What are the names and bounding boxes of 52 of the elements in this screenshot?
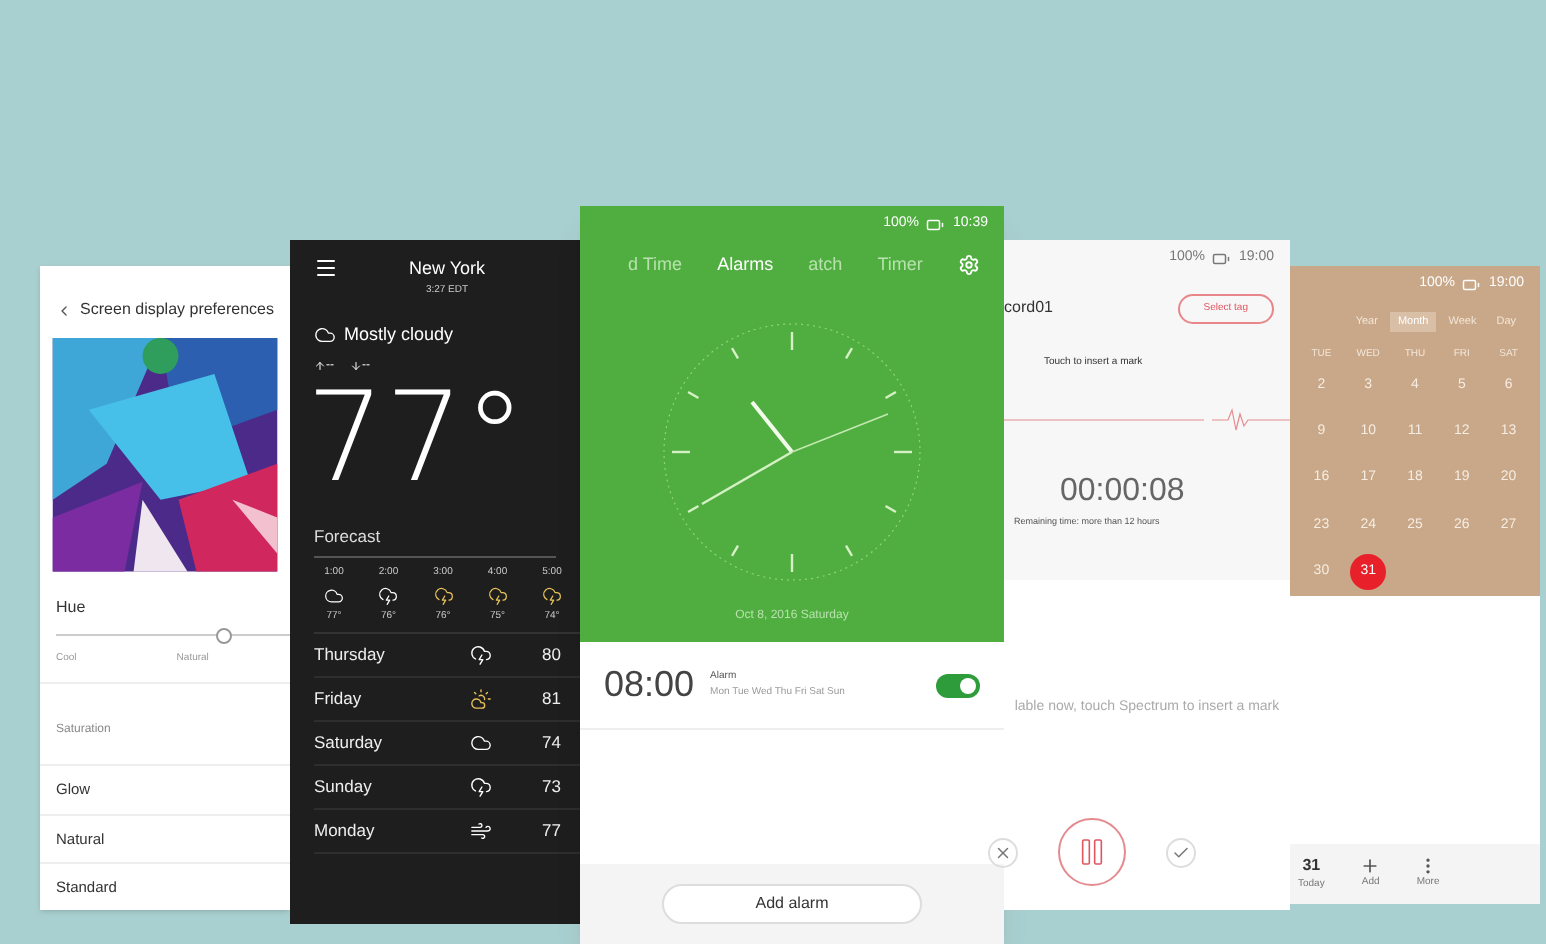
back-icon[interactable] [56, 301, 73, 319]
forecast-label: Forecast [314, 523, 556, 559]
city-name: New York [408, 256, 486, 282]
add-alarm-button[interactable]: Add alarm [662, 884, 922, 924]
cloud-icon [314, 324, 336, 347]
storm-cloud-icon [470, 776, 492, 799]
elapsed-time: 00:00:08 [1060, 471, 1187, 511]
screen-title: Screen display preferences [80, 298, 274, 322]
alarm-toggle[interactable] [936, 673, 980, 697]
day-name: Saturday [314, 730, 385, 757]
tab[interactable]: Alarms [717, 251, 774, 278]
storm-cloud-icon [378, 585, 399, 606]
current-temperature: 77° [306, 375, 528, 499]
settings-icon[interactable] [957, 253, 980, 276]
add-icon[interactable] [1360, 856, 1381, 877]
hue-label: Hue [56, 595, 88, 620]
condition: Mostly cloudy [344, 322, 454, 348]
cloud-icon [470, 732, 492, 755]
tab[interactable]: atch [808, 251, 843, 278]
slider-thumb[interactable] [216, 627, 233, 644]
arrow-up-icon [314, 360, 326, 372]
sun-cloud-icon [470, 688, 492, 711]
recording-name: cord01 [1004, 296, 1053, 321]
day-name: Sunday [314, 774, 374, 801]
pause-button[interactable] [1058, 818, 1126, 886]
tab[interactable]: d Time [628, 251, 683, 278]
day-high: 73 [542, 774, 561, 801]
day-high: 81 [542, 686, 561, 713]
day-high: 80 [542, 642, 561, 669]
day-high: 77 [542, 818, 561, 845]
day-high: 74 [542, 730, 561, 757]
arrow-down-icon [350, 360, 362, 372]
battery-icon [1462, 275, 1481, 294]
battery-icon [926, 215, 945, 234]
storm-cloud-icon [433, 585, 453, 606]
storm-cloud-icon [470, 644, 492, 667]
storm-cloud-icon [487, 585, 508, 606]
cancel-icon[interactable] [988, 837, 1018, 867]
day-name: Friday [314, 686, 364, 713]
tab[interactable]: Timer [877, 251, 923, 278]
cloud-icon [324, 585, 344, 606]
today-icon[interactable]: 31 [1302, 854, 1321, 879]
battery-icon [1212, 249, 1231, 268]
check-icon[interactable] [1166, 837, 1196, 867]
day-name: Thursday [314, 642, 387, 669]
alarm-time: 08:00 [604, 662, 695, 708]
hue-slider[interactable] [56, 627, 290, 644]
storm-cloud-icon [542, 585, 562, 606]
day-name: Monday [314, 818, 377, 845]
pause-icon [1076, 836, 1108, 868]
wind-icon [470, 820, 492, 843]
menu-icon[interactable] [314, 256, 338, 280]
